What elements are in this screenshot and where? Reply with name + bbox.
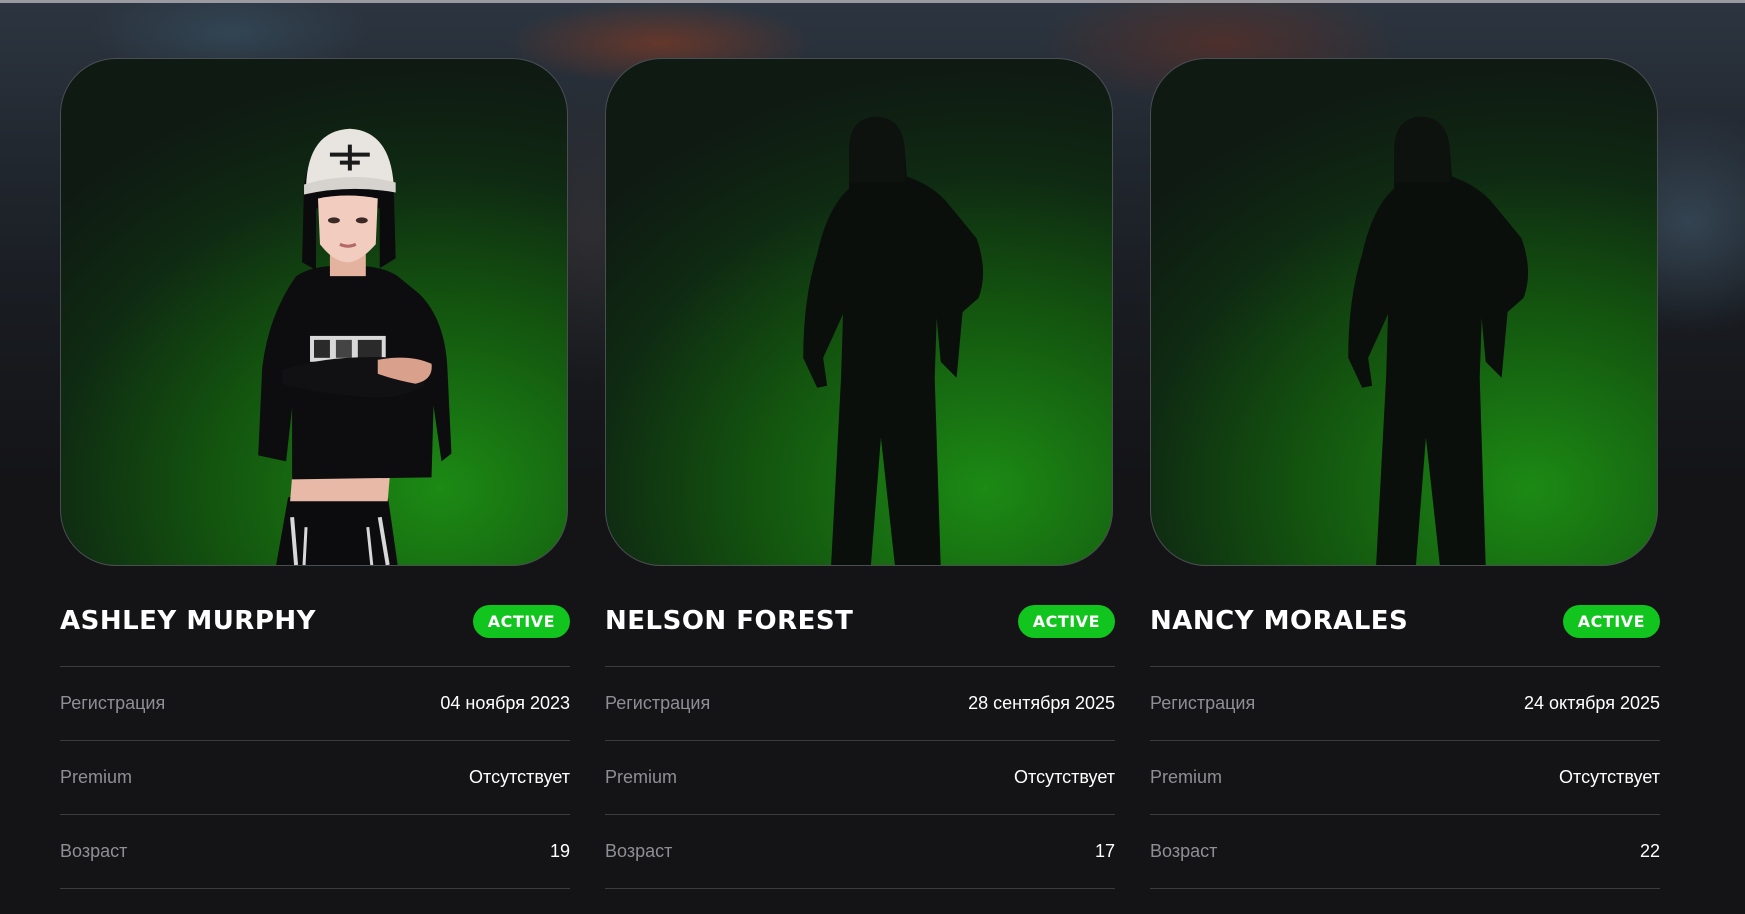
premium-value: Отсутствует bbox=[469, 767, 570, 787]
player-card[interactable]: NANCY MORALES ACTIVE Регистрация 24 октя… bbox=[1150, 58, 1660, 889]
player-header: NANCY MORALES ACTIVE bbox=[1150, 604, 1660, 667]
premium-label: Premium bbox=[60, 767, 133, 787]
registration-value: 04 ноября 2023 bbox=[440, 693, 570, 713]
age-label: Возраст bbox=[1150, 841, 1218, 861]
player-name: ASHLEY MURPHY bbox=[60, 606, 316, 636]
registration-label: Регистрация bbox=[605, 693, 711, 713]
status-badge: ACTIVE bbox=[472, 604, 570, 638]
character-silhouette-image bbox=[803, 116, 984, 565]
premium-label: Premium bbox=[1150, 767, 1223, 787]
page: ASHLEY MURPHY ACTIVE Регистрация 04 нояб… bbox=[0, 0, 1745, 914]
age-value: 22 bbox=[1639, 841, 1660, 861]
character-avatar-image bbox=[258, 128, 452, 565]
info-row-age: Возраст 22 bbox=[1150, 815, 1660, 889]
registration-value: 28 сентября 2025 bbox=[968, 693, 1115, 713]
info-row-age: Возраст 19 bbox=[60, 815, 570, 889]
status-badge: ACTIVE bbox=[1562, 604, 1660, 638]
info-row-registration: Регистрация 04 ноября 2023 bbox=[60, 667, 570, 741]
info-row-age: Возраст 17 bbox=[605, 815, 1115, 889]
player-header: NELSON FOREST ACTIVE bbox=[605, 604, 1115, 667]
player-avatar bbox=[1150, 58, 1658, 566]
player-header: ASHLEY MURPHY ACTIVE bbox=[60, 604, 570, 667]
info-row-premium: Premium Отсутствует bbox=[1150, 741, 1660, 815]
premium-value: Отсутствует bbox=[1014, 767, 1115, 787]
status-badge: ACTIVE bbox=[1017, 604, 1115, 638]
info-row-premium: Premium Отсутствует bbox=[605, 741, 1115, 815]
registration-label: Регистрация bbox=[1150, 693, 1256, 713]
age-value: 19 bbox=[549, 841, 570, 861]
registration-value: 24 октября 2025 bbox=[1523, 693, 1660, 713]
age-label: Возраст bbox=[60, 841, 128, 861]
player-card[interactable]: ASHLEY MURPHY ACTIVE Регистрация 04 нояб… bbox=[60, 58, 570, 889]
info-row-registration: Регистрация 28 сентября 2025 bbox=[605, 667, 1115, 741]
player-cards: ASHLEY MURPHY ACTIVE Регистрация 04 нояб… bbox=[60, 58, 1660, 889]
age-value: 17 bbox=[1094, 841, 1115, 861]
player-name: NELSON FOREST bbox=[605, 606, 854, 636]
age-label: Возраст bbox=[605, 841, 673, 861]
player-name: NANCY MORALES bbox=[1150, 606, 1409, 636]
premium-value: Отсутствует bbox=[1559, 767, 1660, 787]
player-avatar bbox=[605, 58, 1113, 566]
character-silhouette-image bbox=[1348, 116, 1529, 565]
info-row-premium: Premium Отсутствует bbox=[60, 741, 570, 815]
player-avatar bbox=[60, 58, 568, 566]
registration-label: Регистрация bbox=[60, 693, 166, 713]
player-card[interactable]: NELSON FOREST ACTIVE Регистрация 28 сент… bbox=[605, 58, 1115, 889]
info-row-registration: Регистрация 24 октября 2025 bbox=[1150, 667, 1660, 741]
premium-label: Premium bbox=[605, 767, 678, 787]
